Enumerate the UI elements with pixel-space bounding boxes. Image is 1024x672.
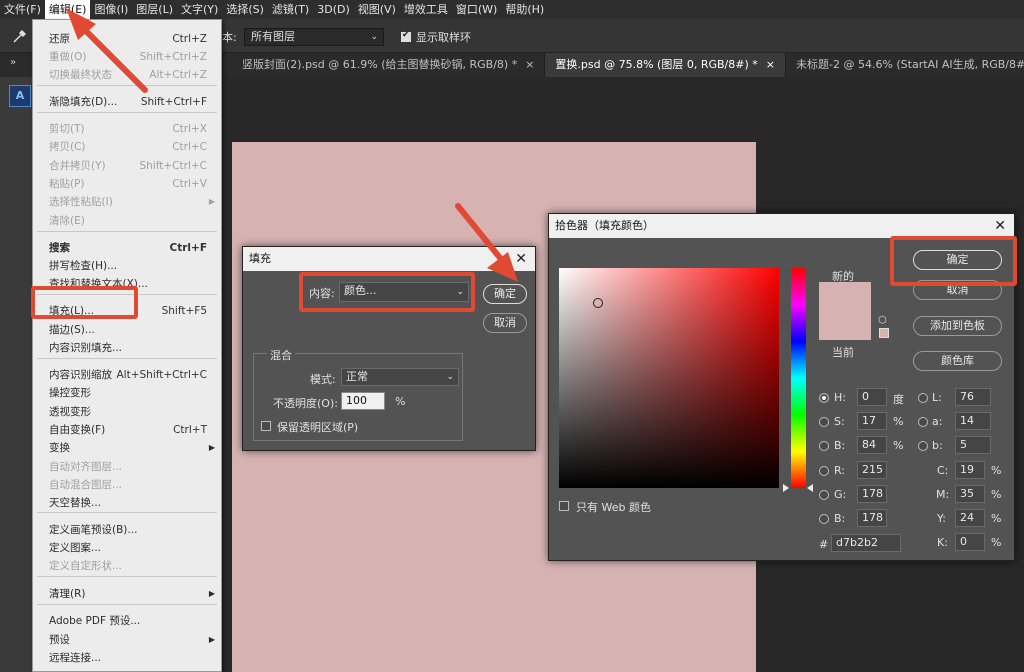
- annotation-arrows: [66, 8, 518, 282]
